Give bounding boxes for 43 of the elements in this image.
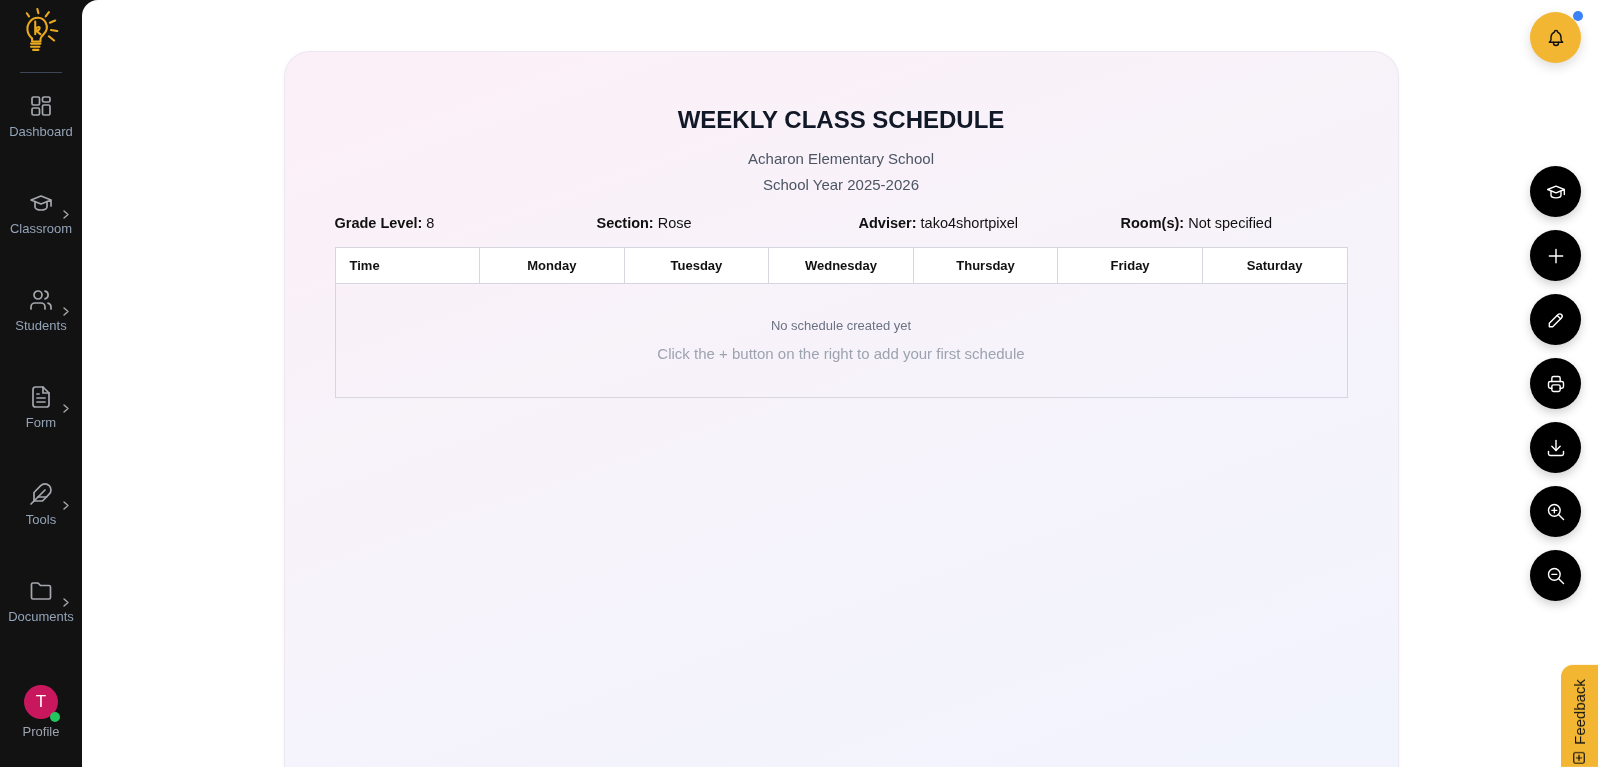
download-icon [1545,437,1566,458]
feather-icon [29,482,53,506]
print-button[interactable] [1530,358,1581,409]
sidebar-item[interactable]: Students [0,288,82,334]
column-header: Saturday [1202,247,1347,284]
folder-icon [29,579,53,603]
detail-text: Adviser: tako4shortpixel [858,214,1020,233]
avatar: T [24,685,58,719]
school-name: Acharon Elementary School [747,149,935,169]
sidebar-item[interactable]: Documents [0,579,82,625]
users-icon [29,288,53,312]
document-icon [29,385,53,409]
dashboard-grid-icon [29,94,53,118]
notification-button[interactable] [1530,12,1581,63]
sidebar-item[interactable]: Form [0,385,82,431]
sidebar-item[interactable]: Tools [0,482,82,528]
add-button[interactable] [1530,230,1581,281]
column-header: Friday [1057,247,1203,284]
column-header: Tuesday [624,247,769,284]
zoom-out-icon [1545,565,1566,586]
school-year: School Year 2025-2026 [762,175,920,195]
printer-icon [1545,373,1566,394]
column-header: Monday [479,247,625,284]
graduation-cap-button[interactable] [1530,166,1581,217]
sidebar-item[interactable]: Classroom [0,191,82,237]
edit-button[interactable] [1530,294,1581,345]
detail-text: Room(s): Not specified [1120,214,1273,233]
plus-square-icon [1573,752,1586,764]
empty-state-hint: Click the + button on the right to add your first schedule [656,344,1026,364]
column-header: Time [335,247,480,284]
schedule-title: WEEKLY CLASS SCHEDULE [676,105,1006,134]
download-button[interactable] [1530,422,1581,473]
detail-text: Grade Level: 8 [334,214,436,233]
column-header: Thursday [913,247,1058,284]
feedback-tab[interactable]: Feedback [1561,665,1598,767]
column-header: Wednesday [768,247,914,284]
zoom-in-icon [1545,501,1566,522]
zoom-out-button[interactable] [1530,550,1581,601]
empty-state-title: No schedule created yet [769,317,913,335]
sidebar-item[interactable]: Dashboard [0,94,82,140]
profile-link[interactable]: T Profile [22,685,60,740]
detail-text: Section: Rose [596,214,693,233]
zoom-in-button[interactable] [1530,486,1581,537]
